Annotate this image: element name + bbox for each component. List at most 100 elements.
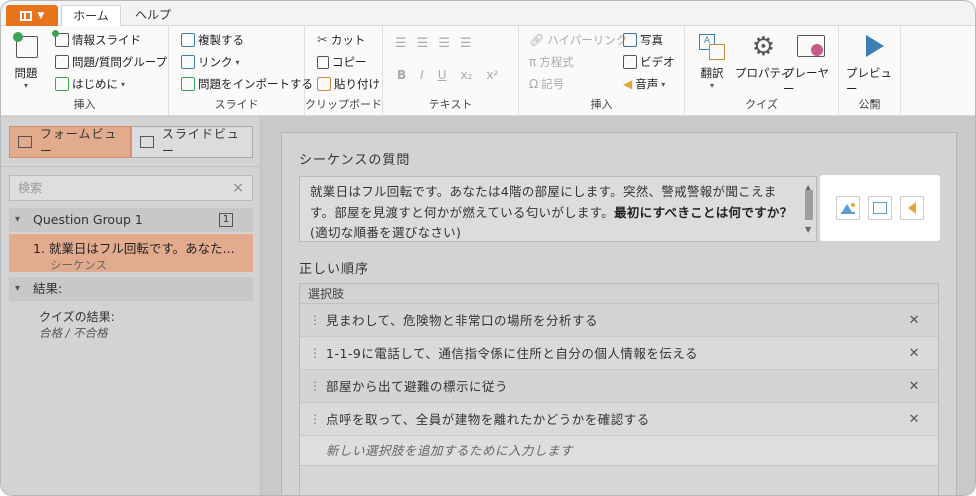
delete-option-icon[interactable]: ✕ [909,337,920,370]
ribbon-group-quiz: A 翻訳 ▾ ⚙ プロパティ プレーヤー クイズ [685,26,839,116]
numbered-list-icon[interactable]: ☰ [417,36,429,51]
view-switcher: フォームビュー スライドビュー [1,117,261,167]
search-input[interactable]: 検索 × [9,175,253,201]
chevron-down-icon: ▼ [37,10,45,21]
group-label-publish: 公開 [858,98,881,111]
chevron-down-icon[interactable]: ▾ [15,277,20,301]
intro-button[interactable]: はじめに ▾ [55,76,125,92]
question-card: シーケンスの質問 就業日はフル回転です。あなたは4階の部屋にします。突然、警戒警… [281,132,957,495]
media-toolbar [820,175,940,241]
speaker-icon: ◀ [623,77,633,91]
insert-audio-button[interactable] [900,196,924,220]
info-slide-button[interactable]: 情報スライド [52,30,141,48]
hyperlink-button[interactable]: 🔗︎ ハイパーリンク [529,32,627,48]
cut-button[interactable]: ✂ カット [317,32,365,48]
gear-icon: ⚙ [751,32,776,62]
photo-button[interactable]: 写真 [623,32,663,48]
app-menu-button[interactable]: ▼ [6,5,58,26]
add-option-input[interactable]: 新しい選択肢を追加するために入力します [300,436,938,466]
section-title: シーケンスの質問 [299,153,411,168]
paste-button[interactable]: 貼り付け [317,76,380,92]
chevron-down-icon[interactable]: ▾ [15,208,20,232]
video-icon [623,55,637,69]
ribbon-group-text: ☰ ☰ ☰ ☰ B I U x₂ x² テキスト [383,26,519,116]
paste-icon [317,77,331,91]
insert-image-button[interactable] [836,196,860,220]
option-row[interactable]: ⋮ 1-1-9に電話して、通信指令係に住所と自分の個人情報を伝える ✕ [300,337,938,370]
ribbon-group-insert: 問題 ▾ 情報スライド 問題/質問グループ はじめに ▾ 挿入 [1,26,169,116]
audio-button[interactable]: ◀ 音声 ▾ [623,76,665,92]
import-questions-button[interactable]: 問題をインポートする [181,76,313,92]
outdent-icon[interactable]: ☰ [438,36,450,51]
left-panel: フォームビュー スライドビュー 検索 × ▾ Question Group 1 … [1,117,261,495]
translate-icon: A [697,32,727,62]
drag-handle-icon[interactable]: ⋮ [309,304,322,337]
drag-handle-icon[interactable]: ⋮ [309,337,322,370]
video-icon [873,202,887,214]
tab-bar: ▼ ホーム ヘルプ [1,1,975,27]
options-table: 選択肢 ⋮ 見まわして、危険物と非常口の場所を分析する ✕ ⋮ 1-1-9に電話… [299,283,939,495]
slide-view-icon [140,136,154,148]
delete-option-icon[interactable]: ✕ [909,304,920,337]
results-item-title: クイズの結果: [39,310,115,324]
video-button[interactable]: ビデオ [623,54,675,70]
question-scrollbar[interactable]: ▲ ▼ [802,177,816,241]
copy-icon [317,55,329,69]
subscript-button[interactable]: x₂ [461,68,473,82]
ribbon-group-publish: プレビュー ▾ 公開 [839,26,901,116]
translate-button[interactable]: A 翻訳 ▾ [697,32,727,90]
drag-handle-icon[interactable]: ⋮ [309,403,322,436]
scroll-down-icon[interactable]: ▼ [805,220,811,241]
question-icon [11,32,41,62]
chevron-down-icon: ▾ [235,57,240,67]
question-text-editor[interactable]: 就業日はフル回転です。あなたは4階の部屋にします。突然、警戒警報が聞こえます。部… [299,176,817,242]
tab-home[interactable]: ホーム [61,5,121,27]
preview-button[interactable]: プレビュー ▾ [846,32,900,106]
results-list-item[interactable]: クイズの結果: 合格 / 不合格 [9,308,253,344]
scroll-thumb[interactable] [805,190,813,220]
drag-handle-icon[interactable]: ⋮ [309,370,322,403]
link-button[interactable]: リンク ▾ [181,54,240,70]
image-icon [841,202,855,214]
delete-option-icon[interactable]: ✕ [909,403,920,436]
italic-button[interactable]: I [420,68,424,82]
insert-video-button[interactable] [868,196,892,220]
app-window: ▼ ホーム ヘルプ 問題 ▾ 情報スライド 問題/質問グループ はじめに ▾ 挿… [0,0,976,496]
text-style-buttons: B I U x₂ x² [397,68,498,82]
menu-grid-icon [19,10,32,21]
slide-view-button[interactable]: スライドビュー [131,126,253,158]
underline-button[interactable]: U [438,68,447,82]
superscript-button[interactable]: x² [486,68,498,82]
delete-option-icon[interactable]: ✕ [909,370,920,403]
question-button[interactable]: 問題 ▾ [11,32,41,90]
ribbon-group-insert-media: 🔗︎ ハイパーリンク π 方程式 Ω 記号 写真 ビデオ ◀ 音声 ▾ 挿入 [519,26,685,116]
pi-icon: π [529,55,537,69]
group-label-slide: スライド [214,98,259,111]
question-group-icon [55,55,69,69]
option-row[interactable]: ⋮ 見まわして、危険物と非常口の場所を分析する ✕ [300,304,938,337]
option-row[interactable]: ⋮ 点呼を取って、全員が建物を離れたかどうかを確認する ✕ [300,403,938,436]
question-group-button[interactable]: 問題/質問グループ [55,54,167,70]
indent-icon[interactable]: ☰ [460,36,472,51]
clear-search-icon[interactable]: × [232,176,244,200]
group-label-insert: 挿入 [73,98,96,111]
duplicate-button[interactable]: 複製する [181,32,244,48]
copy-button[interactable]: コピー [317,54,367,70]
list-formatting-buttons: ☰ ☰ ☰ ☰ [395,36,472,51]
player-button[interactable]: プレーヤー [783,32,838,97]
symbol-button[interactable]: Ω 記号 [529,76,564,92]
results-row[interactable]: ▾ 結果: [9,277,253,301]
bullet-list-icon[interactable]: ☰ [395,36,407,51]
equation-button[interactable]: π 方程式 [529,54,574,70]
tab-help[interactable]: ヘルプ [121,5,185,27]
group-count-badge: 1 [219,213,233,227]
bold-button[interactable]: B [397,68,406,82]
order-title: 正しい順序 [299,262,370,277]
speaker-icon [908,202,916,214]
form-view-button[interactable]: フォームビュー [9,126,131,158]
option-row[interactable]: ⋮ 部屋から出て避難の標示に従う ✕ [300,370,938,403]
question-list-item[interactable]: 1. 就業日はフル回転です。あなた... シーケンス [9,234,253,272]
form-view-icon [18,136,32,148]
question-group-row[interactable]: ▾ Question Group 1 1 [9,208,253,232]
omega-icon: Ω [529,77,539,91]
